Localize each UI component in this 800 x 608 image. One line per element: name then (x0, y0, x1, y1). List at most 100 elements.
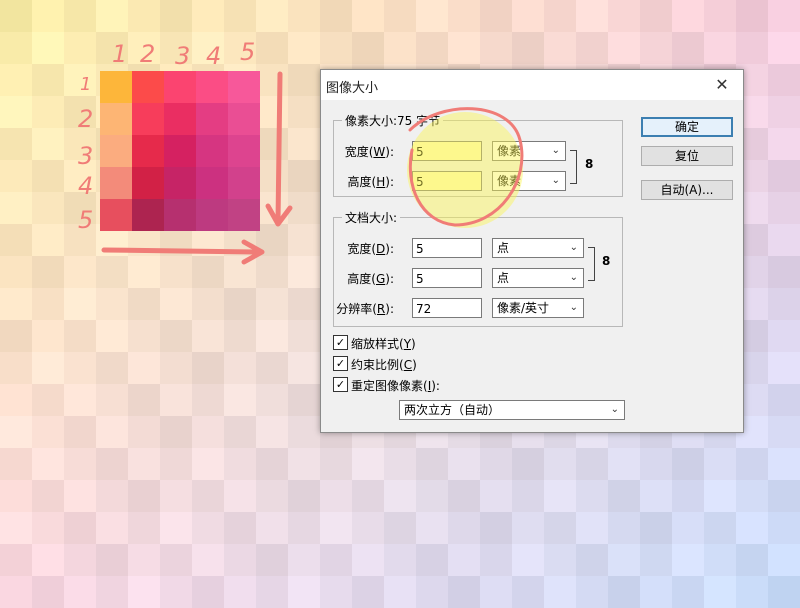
bg-tile (96, 480, 128, 512)
bg-tile (544, 448, 576, 480)
bg-tile (768, 160, 800, 192)
bg-tile (576, 480, 608, 512)
bg-tile (768, 576, 800, 608)
pixel-height-unit-select[interactable]: 像素 ⌄ (492, 171, 566, 191)
bg-tile (256, 512, 288, 544)
chevron-down-icon: ⌄ (551, 145, 560, 156)
bg-tile (96, 576, 128, 608)
bg-tile (160, 512, 192, 544)
bg-tile (0, 512, 32, 544)
bg-tile (384, 512, 416, 544)
constrain-proportions-checkbox[interactable]: ✓ (333, 356, 348, 371)
bg-tile (640, 544, 672, 576)
bg-tile (256, 128, 288, 160)
bg-tile (288, 192, 320, 224)
bg-tile (192, 384, 224, 416)
bg-tile (640, 480, 672, 512)
bg-tile (384, 576, 416, 608)
bg-tile (704, 32, 736, 64)
resample-image-checkbox[interactable]: ✓ (333, 377, 348, 392)
bg-tile (32, 32, 64, 64)
bg-tile (576, 0, 608, 32)
row-number-1: 1 (80, 74, 92, 95)
bg-tile (320, 0, 352, 32)
constrain-proportions-checkbox-row[interactable]: ✓ 约束比例(C) (333, 356, 513, 372)
bg-tile (32, 224, 64, 256)
pixel-cell (228, 199, 260, 231)
bg-tile (352, 576, 384, 608)
resolution-unit-select[interactable]: 像素/英寸 ⌄ (492, 298, 584, 318)
bg-tile (128, 544, 160, 576)
bg-tile (544, 512, 576, 544)
pixel-height-input[interactable]: 5 (412, 171, 482, 191)
bg-tile (640, 32, 672, 64)
bg-tile (288, 224, 320, 256)
col-number-5: 5 (240, 38, 256, 66)
bg-tile (0, 224, 32, 256)
bg-tile (0, 192, 32, 224)
scale-styles-checkbox-row[interactable]: ✓ 缩放样式(Y) (333, 335, 513, 351)
bg-tile (192, 256, 224, 288)
bg-tile (576, 544, 608, 576)
bg-tile (736, 480, 768, 512)
constrain-proportions-label: 约束比例(C) (351, 358, 417, 372)
pixel-width-unit-select[interactable]: 像素 ⌄ (492, 141, 566, 161)
bg-tile (768, 352, 800, 384)
bg-tile (96, 512, 128, 544)
bg-tile (192, 448, 224, 480)
resample-image-label: 重定图像像素(I): (351, 379, 440, 393)
bg-tile (224, 384, 256, 416)
bg-tile (32, 64, 64, 96)
row-number-2: 2 (78, 105, 94, 133)
scale-styles-label: 缩放样式(Y) (351, 337, 416, 351)
pixel-width-input[interactable]: 5 (412, 141, 482, 161)
bg-tile (96, 256, 128, 288)
bg-tile (192, 480, 224, 512)
bg-tile (288, 320, 320, 352)
bg-tile (768, 192, 800, 224)
bg-tile (352, 32, 384, 64)
bg-tile (704, 480, 736, 512)
bg-tile (96, 352, 128, 384)
pixel-cell (196, 103, 228, 135)
bg-tile (224, 352, 256, 384)
resample-method-select[interactable]: 两次立方（自动） ⌄ (399, 400, 625, 420)
ok-button[interactable]: 确定 (641, 117, 733, 137)
bg-tile (768, 544, 800, 576)
reset-button[interactable]: 复位 (641, 146, 733, 166)
resolution-input[interactable]: 72 (412, 298, 482, 318)
bg-tile (0, 416, 32, 448)
doc-height-input[interactable]: 5 (412, 268, 482, 288)
bg-tile (192, 576, 224, 608)
bg-tile (256, 96, 288, 128)
resample-image-checkbox-row[interactable]: ✓ 重定图像像素(I): (333, 377, 513, 393)
bg-tile (32, 0, 64, 32)
dialog-titlebar: 图像大小 ✕ (321, 70, 743, 100)
pixel-cell (164, 103, 196, 135)
bg-tile (32, 192, 64, 224)
scale-styles-checkbox[interactable]: ✓ (333, 335, 348, 350)
pixel-height-label: 高度(H): (347, 175, 394, 189)
bg-tile (320, 32, 352, 64)
bg-tile (416, 32, 448, 64)
auto-button[interactable]: 自动(A)... (641, 180, 733, 200)
bg-tile (576, 576, 608, 608)
pixel-cell (196, 135, 228, 167)
doc-width-input[interactable]: 5 (412, 238, 482, 258)
bg-tile (512, 448, 544, 480)
bg-tile (160, 256, 192, 288)
bg-tile (64, 480, 96, 512)
bg-tile (224, 0, 256, 32)
constrain-bracket (588, 247, 595, 281)
bg-tile (0, 128, 32, 160)
bg-tile (32, 128, 64, 160)
bg-tile (0, 384, 32, 416)
doc-width-unit-select[interactable]: 点 ⌄ (492, 238, 584, 258)
bg-tile (320, 544, 352, 576)
bg-tile (128, 448, 160, 480)
document-size-group: 文档大小: 宽度(D): 5 点 ⌄ 高度(G): 5 点 ⌄ 8 分辨率(R): … (333, 209, 623, 327)
doc-height-unit-select[interactable]: 点 ⌄ (492, 268, 584, 288)
bg-tile (96, 416, 128, 448)
bg-tile (32, 384, 64, 416)
close-icon[interactable]: ✕ (711, 75, 733, 95)
